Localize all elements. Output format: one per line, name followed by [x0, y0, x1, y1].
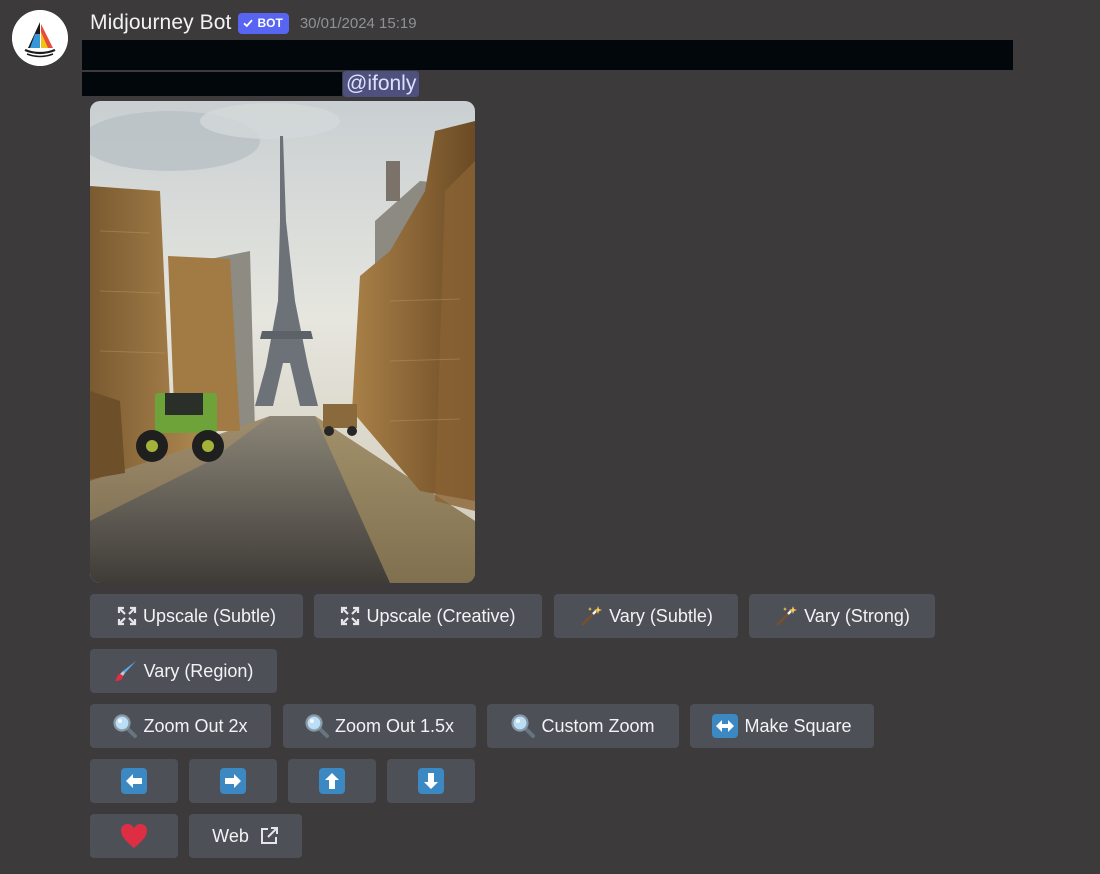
arrow-down-icon	[418, 768, 444, 794]
hay-bales-eiffel-tower-image	[90, 101, 475, 583]
button-label: Custom Zoom	[541, 715, 655, 736]
magnifier-icon	[511, 714, 536, 738]
pan-right-button[interactable]	[189, 759, 277, 803]
left-right-arrow-icon	[712, 714, 739, 738]
magnifier-icon	[113, 714, 138, 738]
paintbrush-icon	[114, 659, 138, 683]
button-label: Web	[212, 825, 249, 846]
button-label: Vary (Strong)	[804, 605, 910, 626]
custom-zoom-button[interactable]: Custom Zoom	[487, 704, 679, 748]
verified-check-icon	[243, 19, 254, 28]
web-link-button[interactable]: Web	[189, 814, 302, 858]
pan-down-button[interactable]	[387, 759, 475, 803]
upscale-icon	[117, 606, 137, 626]
redacted-prompt-text	[82, 72, 342, 96]
heart-icon	[120, 823, 148, 849]
external-link-icon	[259, 826, 279, 846]
message-header: Midjourney Bot BOT 30/01/2024 15:19	[90, 9, 417, 37]
pan-left-button[interactable]	[90, 759, 178, 803]
zoom-out-2x-button[interactable]: Zoom Out 2x	[90, 704, 271, 748]
button-label: Vary (Subtle)	[609, 605, 713, 626]
bot-badge-label: BOT	[257, 16, 283, 30]
magic-wand-icon	[579, 604, 603, 628]
make-square-button[interactable]: Make Square	[690, 704, 874, 748]
button-label: Zoom Out 1.5x	[334, 715, 455, 736]
redacted-prompt-text	[82, 40, 1013, 70]
vary-subtle-button[interactable]: Vary (Subtle)	[554, 594, 738, 638]
author-name[interactable]: Midjourney Bot	[90, 11, 231, 35]
magic-wand-icon	[774, 604, 798, 628]
midjourney-logo-icon	[12, 10, 68, 66]
zoom-out-1-5x-button[interactable]: Zoom Out 1.5x	[283, 704, 476, 748]
upscale-subtle-button[interactable]: Upscale (Subtle)	[90, 594, 303, 638]
upscale-creative-button[interactable]: Upscale (Creative)	[314, 594, 542, 638]
avatar[interactable]	[12, 10, 68, 66]
magnifier-icon	[305, 714, 329, 738]
button-label: Upscale (Creative)	[366, 605, 516, 626]
favorite-button[interactable]	[90, 814, 178, 858]
button-label: Vary (Region)	[143, 660, 254, 681]
generated-image[interactable]	[90, 101, 475, 583]
arrow-right-icon	[220, 768, 246, 794]
button-label: Make Square	[744, 715, 852, 736]
upscale-icon	[340, 606, 360, 626]
pan-up-button[interactable]	[288, 759, 376, 803]
vary-region-button[interactable]: Vary (Region)	[90, 649, 277, 693]
bot-badge: BOT	[238, 12, 289, 34]
user-mention[interactable]: @ifonly	[343, 71, 420, 97]
arrow-left-icon	[121, 768, 147, 794]
arrow-up-icon	[319, 768, 345, 794]
timestamp: 30/01/2024 15:19	[299, 14, 417, 32]
button-label: Zoom Out 2x	[143, 715, 248, 736]
button-label: Upscale (Subtle)	[142, 605, 277, 626]
vary-strong-button[interactable]: Vary (Strong)	[749, 594, 935, 638]
